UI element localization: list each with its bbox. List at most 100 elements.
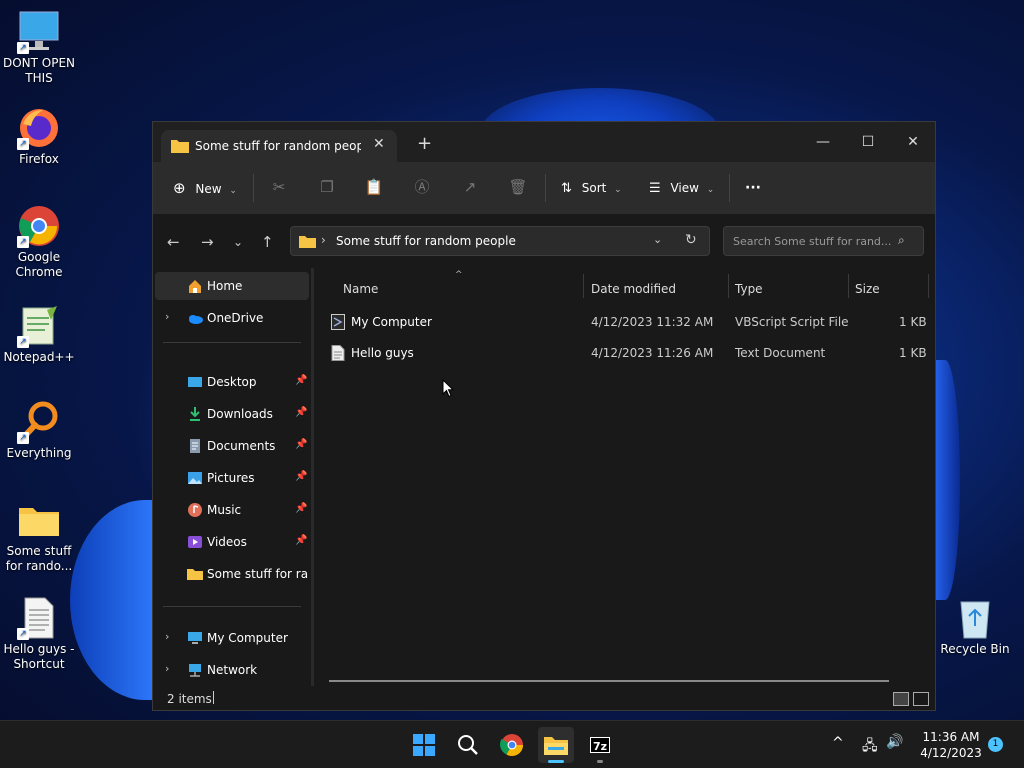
nav-divider	[163, 606, 301, 607]
chevron-down-icon: ⌄	[706, 185, 715, 195]
nav-item-onedrive[interactable]: › OneDrive	[155, 304, 309, 332]
nav-onedrive-label: OneDrive	[207, 311, 264, 325]
desktop-icon-hello-guys-shortcut[interactable]: ↗ Hello guys - Shortcut	[1, 596, 77, 672]
new-button[interactable]: ⊕ New ⌄	[173, 178, 237, 198]
nav-item-my-computer[interactable]: › My Computer	[155, 624, 309, 652]
cut-icon[interactable]: ✂	[269, 177, 289, 197]
back-arrow-icon[interactable]: ←	[167, 233, 180, 251]
details-view-icon[interactable]	[893, 692, 909, 706]
desktop-icon-firefox[interactable]: ↗ Firefox	[1, 106, 77, 167]
toolbar-divider	[253, 174, 254, 202]
tab-current-folder[interactable]: Some stuff for random people ✕	[161, 130, 397, 162]
title-bar: Some stuff for random people ✕ + — ☐ ✕	[153, 122, 935, 162]
rename-icon[interactable]: Ⓐ	[412, 177, 432, 197]
desktop-icon-label: Firefox	[19, 152, 59, 166]
refresh-icon[interactable]: ↻	[685, 232, 697, 248]
column-divider[interactable]	[928, 274, 929, 298]
search-icon: ⌕	[898, 233, 905, 247]
address-dropdown-icon[interactable]: ⌄	[653, 233, 662, 246]
search-button[interactable]	[450, 727, 486, 763]
maximize-icon[interactable]: ☐	[848, 130, 888, 154]
recycle-bin-icon	[953, 596, 997, 640]
clock-time: 11:36 AM	[922, 730, 980, 744]
nav-desktop-label: Desktop	[207, 375, 257, 389]
desktop-icon-dont-open-this[interactable]: ↗ DONT OPEN THIS	[1, 10, 77, 86]
large-icons-view-icon[interactable]	[913, 692, 929, 706]
new-tab-icon[interactable]: +	[417, 135, 432, 153]
shortcut-arrow-icon: ↗	[17, 336, 29, 348]
mouse-cursor-icon	[442, 378, 455, 401]
desktop-icon-recycle-bin[interactable]: Recycle Bin	[937, 596, 1013, 657]
paste-icon[interactable]: 📋	[364, 177, 384, 197]
taskbar-chrome[interactable]	[494, 727, 530, 763]
desktop-icon-everything[interactable]: ↗ Everything	[1, 400, 77, 461]
chevron-right-icon[interactable]: ›	[165, 310, 169, 323]
chevron-right-icon[interactable]: ›	[165, 662, 169, 675]
share-icon[interactable]: ↗	[460, 177, 480, 197]
desktop-icon-some-stuff-folder[interactable]: Some stuff for rando...	[1, 498, 77, 574]
chevron-down-icon: ⌄	[229, 186, 237, 196]
toolbar-divider	[729, 174, 730, 202]
sort-button[interactable]: ⇅ Sort ⌄	[561, 178, 622, 198]
delete-icon[interactable]: 🗑	[508, 177, 528, 197]
start-button[interactable]	[406, 727, 442, 763]
folder-icon	[299, 234, 316, 251]
nav-item-downloads[interactable]: Downloads 📌	[155, 400, 309, 428]
close-window-icon[interactable]: ✕	[893, 130, 933, 154]
file-type: Text Document	[735, 346, 826, 360]
column-header-date-modified[interactable]: Date modified	[591, 282, 676, 296]
nav-item-videos[interactable]: Videos 📌	[155, 528, 309, 556]
column-divider[interactable]	[848, 274, 849, 298]
item-count: 2 items	[167, 692, 212, 706]
file-size: 1 KB	[899, 315, 927, 329]
column-divider[interactable]	[728, 274, 729, 298]
address-path: Some stuff for random people	[336, 234, 516, 248]
view-button[interactable]: ☰ View ⌄	[649, 178, 714, 198]
nav-item-music[interactable]: Music 📌	[155, 496, 309, 524]
column-header-type[interactable]: Type	[735, 282, 763, 296]
column-header-size[interactable]: Size	[855, 282, 880, 296]
notification-badge[interactable]: 1	[988, 737, 1003, 752]
sort-icon: ⇅	[561, 181, 572, 196]
recent-locations-chevron-icon[interactable]: ⌄	[233, 235, 243, 249]
column-divider[interactable]	[583, 274, 584, 298]
file-explorer-window: Some stuff for random people ✕ + — ☐ ✕ ⊕…	[152, 121, 936, 711]
up-arrow-icon[interactable]: ↑	[261, 233, 274, 251]
file-row[interactable]: My Computer 4/12/2023 11:32 AM VBScript …	[327, 308, 927, 336]
file-row[interactable]: Hello guys 4/12/2023 11:26 AM Text Docum…	[327, 339, 927, 367]
address-bar[interactable]: › Some stuff for random people ⌄ ↻	[290, 226, 710, 256]
nav-item-home[interactable]: Home	[155, 272, 309, 300]
network-status-icon[interactable]: 🖧	[862, 735, 878, 759]
nav-item-some-stuff-folder[interactable]: Some stuff for rand	[155, 560, 309, 588]
file-date-modified: 4/12/2023 11:32 AM	[591, 315, 714, 329]
minimize-icon[interactable]: —	[803, 130, 843, 154]
volume-icon[interactable]: 🔊	[886, 734, 903, 750]
taskbar-file-explorer[interactable]	[538, 727, 574, 763]
forward-arrow-icon[interactable]: →	[201, 233, 214, 251]
show-hidden-icons-chevron-icon[interactable]: ^	[832, 735, 844, 751]
taskbar-7zip[interactable]: 7z	[582, 727, 618, 763]
copy-icon[interactable]: ❐	[317, 177, 337, 197]
search-box[interactable]: Search Some stuff for rand... ⌕	[723, 226, 924, 256]
nav-item-pictures[interactable]: Pictures 📌	[155, 464, 309, 492]
desktop-icon-notepadpp[interactable]: ↗ Notepad++	[1, 304, 77, 365]
nav-my-computer-label: My Computer	[207, 631, 288, 645]
column-header-name[interactable]: Name	[343, 282, 378, 296]
chevron-right-icon[interactable]: ›	[165, 630, 169, 643]
more-options-button[interactable]: ···	[745, 178, 761, 198]
clock[interactable]: 11:36 AM 4/12/2023	[916, 729, 986, 761]
nav-item-network[interactable]: › Network	[155, 656, 309, 684]
running-app-indicator	[597, 760, 603, 763]
close-tab-icon[interactable]: ✕	[373, 136, 385, 152]
downloads-icon	[187, 406, 203, 422]
computer-icon	[187, 630, 203, 646]
horizontal-scrollbar[interactable]	[329, 680, 889, 682]
desktop-icon-google-chrome[interactable]: ↗ Google Chrome	[1, 204, 77, 280]
clock-date: 4/12/2023	[920, 746, 982, 760]
taskbar: 7z ^ 🖧 🔊 11:36 AM 4/12/2023 1	[0, 720, 1024, 768]
nav-pictures-label: Pictures	[207, 471, 255, 485]
nav-item-documents[interactable]: Documents 📌	[155, 432, 309, 460]
nav-scrollbar[interactable]	[311, 268, 314, 686]
nav-item-desktop[interactable]: Desktop 📌	[155, 368, 309, 396]
breadcrumb-chevron-icon: ›	[321, 233, 326, 247]
